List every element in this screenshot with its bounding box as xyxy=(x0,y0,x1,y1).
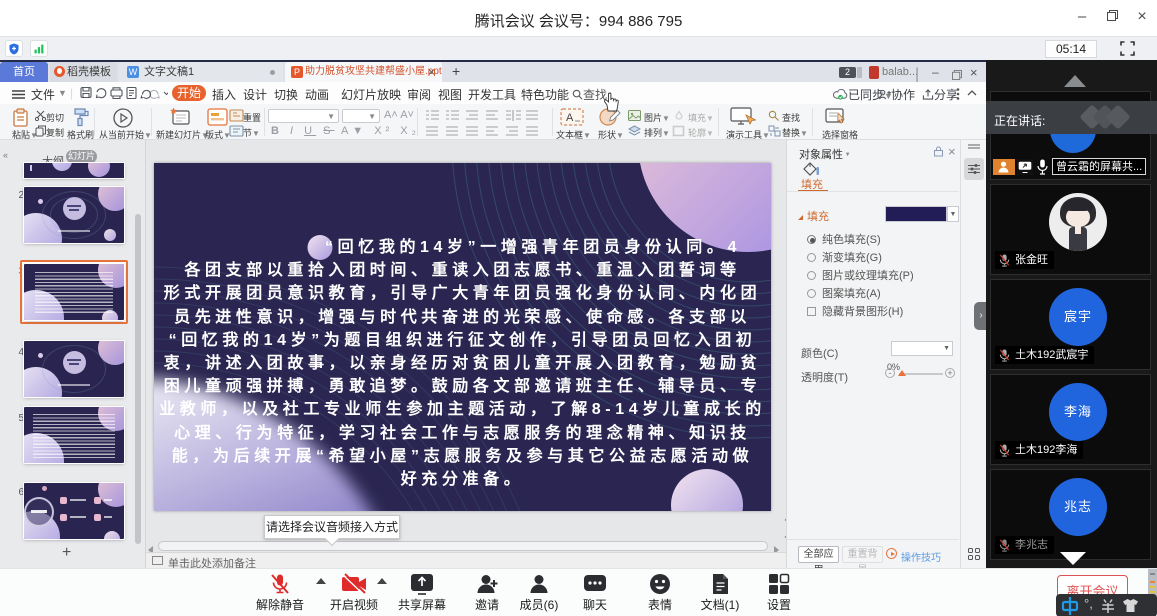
svg-text:A: A xyxy=(566,112,574,124)
